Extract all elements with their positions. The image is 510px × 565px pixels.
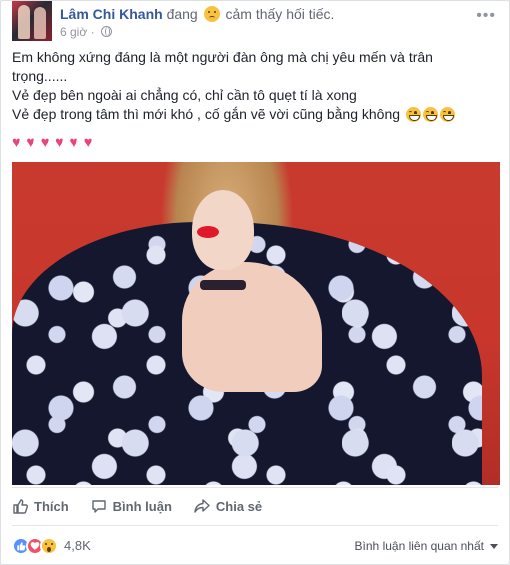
ellipsis-icon[interactable]: ••• [476,7,496,25]
divider [12,487,498,488]
globe-icon[interactable] [100,26,112,37]
like-button[interactable]: Thích [12,490,69,522]
author-line: Lâm Chi Khanh đang cảm thấy hối tiếc. [60,5,334,23]
post-meta: 6 giờ · [60,25,112,39]
avatar-figure [34,7,46,39]
avatar[interactable] [12,1,52,41]
broken-heart-icon: ♥ [69,134,79,151]
thumbs-up-glyph [17,542,26,551]
grinning-face-icon [422,107,438,122]
reactions-summary[interactable]: 4,8K [12,537,91,555]
post-card: Lâm Chi Khanh đang cảm thấy hối tiếc. 6 … [0,0,510,565]
feeling-text: cảm thấy hối tiếc. [225,6,335,22]
post-text-line: Vẻ đẹp bên ngoài ai chẳng có, chỉ cần tô… [12,87,357,103]
photo-choker [200,280,246,290]
broken-heart-icon: ♥ [40,134,50,151]
post-photo[interactable] [12,162,500,485]
share-button[interactable]: Chia sẻ [194,490,262,522]
post-footer: 4,8K Bình luận liên quan nhất [1,527,509,564]
avatar-figure [18,5,30,39]
share-label: Chia sẻ [215,498,263,514]
photo-lips [197,226,219,238]
wow-icon [40,537,58,555]
heart-glyph [30,541,40,550]
sad-face-icon [203,6,220,22]
like-label: Thích [34,498,69,514]
broken-heart-icon: ♥ [83,134,93,151]
post-header: Lâm Chi Khanh đang cảm thấy hối tiếc. 6 … [12,1,509,45]
post-text: Em không xứng đáng là một người đàn ông … [12,48,492,124]
comment-sort-dropdown[interactable]: Bình luận liên quan nhất [355,539,498,553]
comment-icon [91,500,106,513]
post-text-line: Vẻ đẹp trong tâm thì mới khó , cố gắn vẽ… [12,105,492,124]
grinning-face-icon [405,107,421,122]
grinning-face-icon [439,107,455,122]
post-timestamp[interactable]: 6 giờ [60,25,87,39]
broken-heart-icon: ♥ [12,134,21,151]
share-icon [194,499,210,513]
broken-heart-icon: ♥ [55,134,64,151]
feeling-prefix: đang [166,6,198,22]
broken-hearts-row: ♥ ♥ ♥ ♥ ♥ ♥ [12,134,94,152]
comment-label: Bình luận [112,498,172,514]
broken-heart-icon: ♥ [26,134,36,151]
chevron-down-icon [490,544,498,549]
thumbs-up-icon [13,499,28,514]
post-text-line: Em không xứng đáng là một người đàn ông … [12,49,433,84]
divider [12,525,498,526]
comment-button[interactable]: Bình luận [91,490,172,522]
comment-sort-label: Bình luận liên quan nhất [354,539,484,553]
meta-separator: · [90,25,98,39]
post-text-segment: Vẻ đẹp trong tâm thì mới khó , cố gắn vẽ… [12,106,401,122]
action-bar: Thích Bình luận Chia sẻ [12,490,500,522]
author-name[interactable]: Lâm Chi Khanh [60,6,163,22]
reaction-count[interactable]: 4,8K [64,537,91,555]
